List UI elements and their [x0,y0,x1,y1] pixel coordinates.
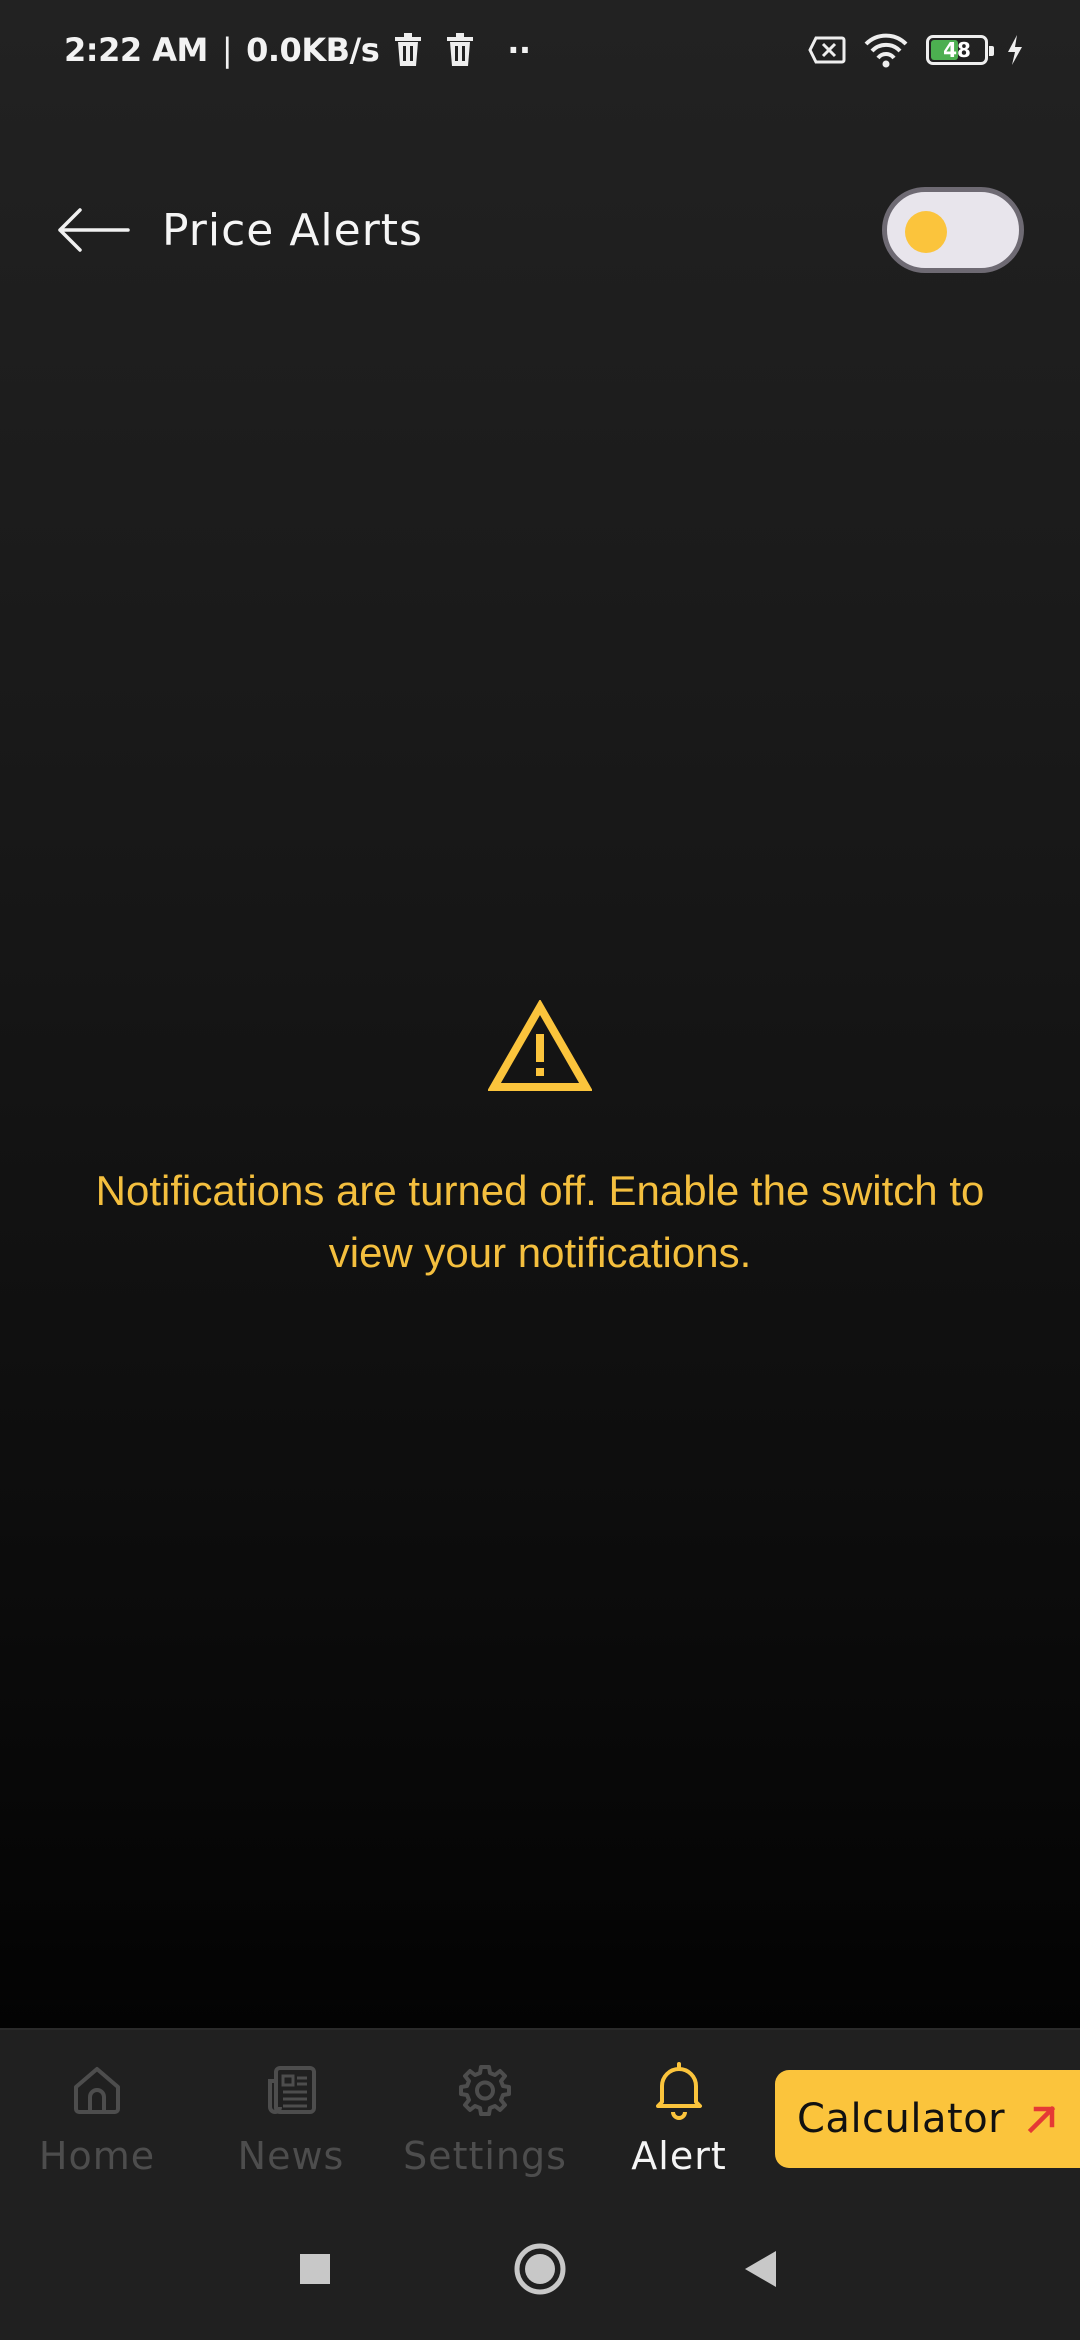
battery-indicator: 48 [926,35,994,65]
nav-item-settings[interactable]: Settings [400,2060,570,2180]
nav-label-news: News [237,2134,345,2178]
bottom-nav: Home News Settings Alert Calculator [0,2028,1080,2198]
nav-label-home: Home [38,2134,156,2178]
arrow-up-right-icon [1025,2101,1061,2137]
gear-icon [455,2060,515,2120]
network-speed: 0.0KB/s [246,31,380,69]
header: Price Alerts [0,175,1080,285]
status-separator: | [221,31,233,69]
back-system-button[interactable] [700,2198,820,2340]
bell-icon [649,2060,709,2120]
nav-label-settings: Settings [403,2134,567,2178]
status-left: 2:22 AM | 0.0KB/s ·· [64,31,531,69]
warning-icon [488,1000,592,1091]
news-icon [261,2060,321,2120]
wifi-icon [864,32,908,68]
app-screen: 2:22 AM | 0.0KB/s ·· 48 Price Alerts Not… [0,0,1080,2028]
calculator-button[interactable]: Calculator [775,2070,1080,2168]
more-notifications-dots: ·· [507,31,531,69]
triangle-back-icon [745,2251,776,2287]
empty-state: Notifications are turned off. Enable the… [0,1000,1080,1284]
home-system-button[interactable] [480,2198,600,2340]
notifications-off-message: Notifications are turned off. Enable the… [95,1167,985,1276]
page-title: Price Alerts [162,204,423,256]
status-right: 48 [808,32,1024,68]
trash-notification-icon [445,33,475,67]
home-icon [67,2060,127,2120]
status-bar: 2:22 AM | 0.0KB/s ·· 48 [0,0,1080,100]
nav-label-alert: Alert [631,2134,727,2178]
no-sim-icon [808,36,846,64]
calculator-label: Calculator [797,2096,1006,2142]
nav-item-news[interactable]: News [206,2060,376,2180]
arrow-left-icon [58,208,130,252]
trash-notification-icon [393,33,423,67]
notifications-toggle[interactable] [882,187,1024,273]
charging-icon [1006,35,1024,65]
nav-item-alert[interactable]: Alert [594,2060,764,2180]
back-button[interactable] [56,200,134,260]
recents-button[interactable] [255,2198,375,2340]
status-time: 2:22 AM [64,31,208,69]
square-icon [300,2254,330,2284]
battery-level: 48 [943,38,971,62]
system-nav-bar [0,2198,1080,2340]
toggle-knob [905,211,947,253]
circle-icon [514,2243,566,2295]
nav-item-home[interactable]: Home [12,2060,182,2180]
